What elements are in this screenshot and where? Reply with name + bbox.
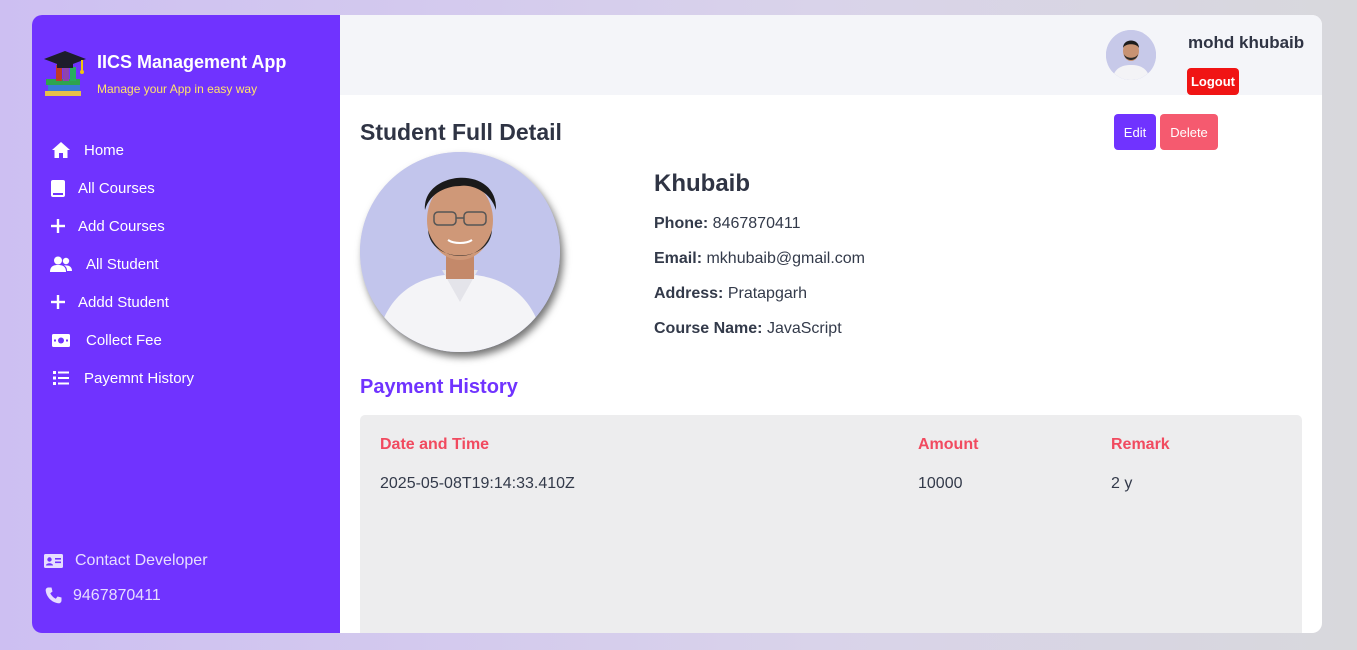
course-label: Course Name:: [654, 320, 763, 337]
users-icon: [50, 253, 72, 275]
edit-button[interactable]: Edit: [1114, 114, 1156, 150]
app-window: IICS Management App Manage your App in e…: [32, 15, 1322, 633]
delete-button[interactable]: Delete: [1160, 114, 1218, 150]
brand-title: IICS Management App: [97, 52, 287, 72]
main-content: mohd khubaib Logout Student Full Detail …: [340, 15, 1322, 633]
cell-remark: 2 y: [1111, 475, 1133, 492]
developer-phone: 9467870411: [42, 578, 208, 613]
student-info: Khubaib Phone: 8467870411 Email: mkhubai…: [654, 170, 865, 355]
column-header-date: Date and Time: [380, 436, 490, 453]
sidebar-item-label: All Courses: [78, 179, 155, 197]
plus-icon: [50, 215, 66, 237]
brand-tagline: Manage your App in easy way: [97, 82, 258, 96]
graduation-logo-icon: [42, 49, 88, 97]
address-value: Pratapgarh: [727, 285, 807, 302]
address-row: Address: Pratapgarh: [654, 285, 865, 320]
payment-history-panel: Date and Time Amount Remark 2025-05-08T1…: [360, 415, 1302, 633]
logout-button[interactable]: Logout: [1187, 68, 1239, 95]
course-value: JavaScript: [766, 320, 842, 337]
table-row: 2025-05-08T19:14:33.410Z 10000 2 y: [380, 455, 1280, 493]
column-header-amount: Amount: [918, 436, 979, 453]
sidebar-item-add-courses[interactable]: Add Courses: [50, 207, 194, 245]
phone-icon: [42, 585, 64, 607]
sidebar-item-home[interactable]: Home: [50, 131, 194, 169]
contact-developer-link[interactable]: Contact Developer: [42, 543, 208, 578]
sidebar-item-collect-fee[interactable]: Collect Fee: [50, 321, 194, 359]
list-icon: [50, 367, 72, 389]
sidebar-item-label: Addd Student: [78, 293, 169, 311]
address-label: Address:: [654, 285, 724, 302]
payment-table: Date and Time Amount Remark 2025-05-08T1…: [380, 435, 1280, 493]
plus-icon: [50, 291, 66, 313]
student-photo: [360, 152, 560, 352]
developer-phone-number: 9467870411: [73, 586, 161, 604]
phone-value: 8467870411: [712, 215, 801, 232]
sidebar-item-all-courses[interactable]: All Courses: [50, 169, 194, 207]
sidebar-item-add-student[interactable]: Addd Student: [50, 283, 194, 321]
sidebar-item-payment-history[interactable]: Payemnt History: [50, 359, 194, 397]
page-title: Student Full Detail: [360, 119, 562, 145]
sidebar-item-label: Home: [84, 141, 125, 159]
column-header-remark: Remark: [1111, 436, 1170, 453]
email-label: Email:: [654, 250, 703, 267]
cell-amount: 10000: [918, 475, 963, 492]
book-icon: [50, 177, 66, 199]
contact-developer-label: Contact Developer: [75, 551, 208, 569]
table-header-row: Date and Time Amount Remark: [380, 435, 1280, 455]
cell-date: 2025-05-08T19:14:33.410Z: [380, 475, 575, 492]
payment-history-title: Payment History: [360, 376, 518, 398]
user-avatar: [1106, 30, 1156, 80]
brand: IICS Management App Manage your App in e…: [42, 49, 286, 97]
top-bar: mohd khubaib Logout: [340, 15, 1322, 95]
email-row: Email: mkhubaib@gmail.com: [654, 250, 865, 285]
course-row: Course Name: JavaScript: [654, 320, 865, 355]
user-name: mohd khubaib: [1188, 33, 1305, 52]
sidebar: IICS Management App Manage your App in e…: [32, 15, 340, 633]
id-card-icon: [42, 550, 64, 572]
money-icon: [50, 329, 72, 351]
phone-label: Phone:: [654, 215, 709, 232]
sidebar-item-label: Payemnt History: [84, 369, 195, 387]
sidebar-item-all-student[interactable]: All Student: [50, 245, 194, 283]
sidebar-nav: Home All Courses Add Courses All Student: [50, 131, 194, 397]
home-icon: [50, 139, 72, 161]
sidebar-footer: Contact Developer 9467870411: [42, 543, 208, 613]
sidebar-item-label: All Student: [86, 255, 159, 273]
student-name: Khubaib: [654, 170, 750, 197]
sidebar-item-label: Collect Fee: [86, 331, 162, 349]
phone-row: Phone: 8467870411: [654, 215, 865, 250]
sidebar-item-label: Add Courses: [78, 217, 165, 235]
email-value: mkhubaib@gmail.com: [706, 250, 865, 267]
